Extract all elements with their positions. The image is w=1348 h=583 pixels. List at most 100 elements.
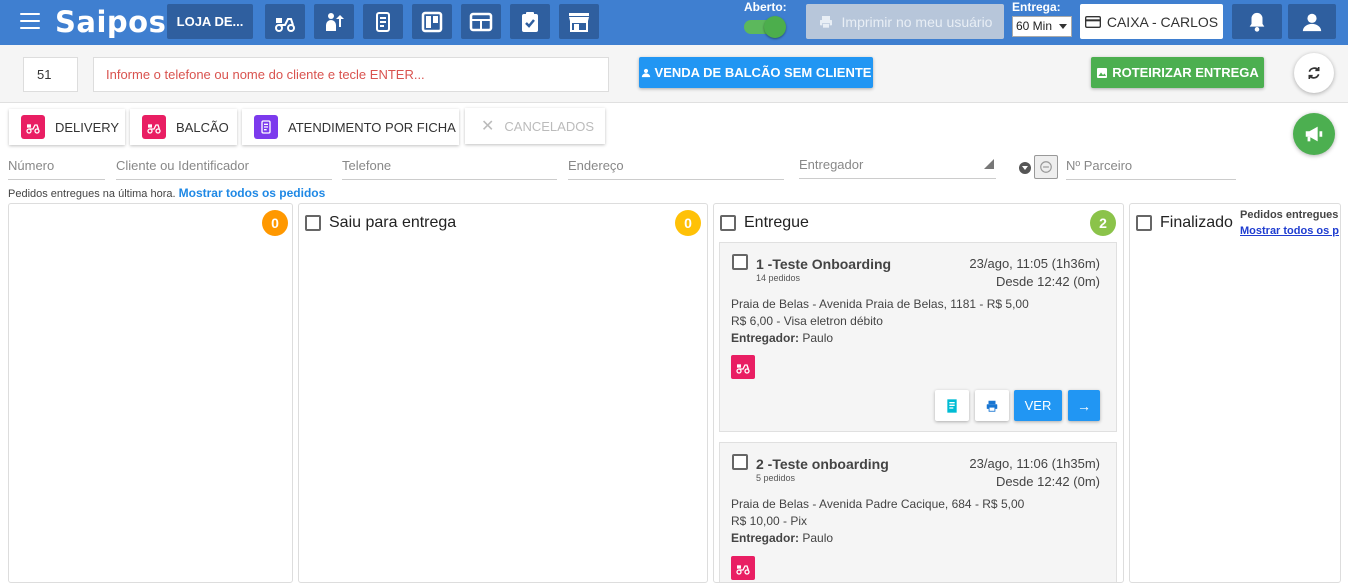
finalizado-note: Pedidos entregues — [1240, 209, 1339, 221]
filter-telefone[interactable] — [342, 152, 557, 180]
clipboard-check-icon — [522, 11, 538, 32]
refresh-icon — [1308, 67, 1320, 79]
ticket-icon — [376, 11, 390, 32]
ver-button[interactable]: VER — [1014, 390, 1062, 421]
tab-delivery-label: DELIVERY — [55, 119, 120, 135]
tab-atendimento-ficha-label: ATENDIMENTO POR FICHA — [288, 119, 456, 135]
bell-icon — [1249, 12, 1265, 32]
order-checkbox[interactable] — [732, 254, 748, 270]
print-button[interactable] — [975, 390, 1009, 421]
filter-parceiro-input[interactable] — [1066, 158, 1236, 173]
column-finalizado: Finalizado Pedidos entregues Mostrar tod… — [1129, 203, 1341, 583]
select-arrow-icon — [984, 159, 994, 169]
printer-icon — [819, 15, 832, 28]
info-text: Pedidos entregues na última hora. — [8, 188, 176, 200]
finalizado-show-all-link[interactable]: Mostrar todos os p — [1240, 225, 1339, 237]
caixa-label: CAIXA - CARLOS — [1106, 13, 1219, 30]
filter-cliente-input[interactable] — [116, 158, 332, 173]
store-selector-button[interactable]: LOJA DE... — [167, 4, 253, 39]
tab-balcao[interactable]: BALCÃO — [130, 109, 237, 145]
filter-cliente[interactable] — [116, 152, 332, 180]
select-all-checkbox[interactable] — [1136, 215, 1152, 231]
order-card[interactable]: 1 -Teste Onboarding 14 pedidos 23/ago, 1… — [719, 242, 1117, 432]
order-entregador: Entregador: Paulo — [731, 331, 833, 345]
filter-endereco-input[interactable] — [568, 158, 784, 173]
client-search-input[interactable] — [93, 57, 609, 92]
caixa-button[interactable]: CAIXA - CARLOS — [1080, 4, 1223, 39]
filter-telefone-input[interactable] — [342, 158, 557, 173]
ticket-button[interactable] — [363, 4, 403, 39]
top-bar: Saipos LOJA DE... Aberto: Imprimir no me… — [0, 0, 1348, 45]
order-title: 1 -Teste Onboarding — [756, 256, 892, 272]
column-saiu-para-entrega: Saiu para entrega 0 — [298, 203, 708, 583]
advance-button[interactable]: → — [1068, 390, 1100, 421]
order-card[interactable]: 2 -Teste onboarding 5 pedidos 23/ago, 11… — [719, 442, 1117, 582]
refresh-button[interactable] — [1294, 53, 1334, 93]
select-all-checkbox[interactable] — [720, 215, 736, 231]
clipboard-check-button[interactable] — [510, 4, 550, 39]
column-title: Entregue — [744, 214, 809, 231]
venda-balcao-button[interactable]: VENDA DE BALCÃO SEM CLIENTE — [639, 57, 873, 88]
chevron-down-icon[interactable] — [1019, 162, 1031, 174]
column-entregue: Entregue 2 1 -Teste Onboarding 14 pedido… — [713, 203, 1124, 583]
waiter-button[interactable] — [314, 4, 354, 39]
column-first: 0 — [8, 203, 293, 583]
entregador-label: Entregador: — [731, 331, 800, 345]
delivery-scooter-icon — [731, 556, 755, 580]
aberto-toggle[interactable] — [744, 16, 786, 38]
person-icon — [641, 68, 650, 77]
tab-delivery[interactable]: DELIVERY — [9, 109, 125, 145]
printer-icon — [986, 400, 998, 412]
entregador-name: Paulo — [802, 531, 834, 545]
kanban-icon — [421, 11, 443, 32]
info-line: Pedidos entregues na última hora. Mostra… — [8, 186, 325, 200]
order-number-input[interactable] — [23, 57, 78, 92]
balcao-scooter-icon — [142, 115, 166, 139]
order-address: Praia de Belas - Avenida Padre Cacique, … — [731, 497, 1025, 511]
credit-card-icon — [1084, 15, 1101, 28]
kanban-button[interactable] — [412, 4, 452, 39]
filter-entregador[interactable]: Entregador — [799, 151, 996, 179]
order-desde: Desde 12:42 (0m) — [995, 474, 1100, 489]
receipt-icon — [947, 398, 957, 413]
user-profile-button[interactable] — [1288, 4, 1336, 39]
filter-numero[interactable] — [8, 152, 105, 180]
partner-icon[interactable] — [1034, 155, 1058, 179]
print-user-button[interactable]: Imprimir no meu usuário — [806, 4, 1004, 39]
select-all-checkbox[interactable] — [305, 215, 321, 231]
entregador-label: Entregador: — [731, 531, 800, 545]
entrega-time-select[interactable]: 60 Min — [1012, 16, 1072, 37]
search-row: VENDA DE BALCÃO SEM CLIENTE ROTEIRIZAR E… — [0, 45, 1348, 103]
delivery-scooter-button[interactable] — [265, 4, 305, 39]
filter-parceiro[interactable] — [1066, 152, 1236, 180]
tab-cancelados[interactable]: ✕ CANCELADOS — [465, 108, 605, 144]
count-badge: 0 — [675, 210, 701, 236]
announcements-button[interactable] — [1293, 113, 1335, 155]
order-entregador: Entregador: Paulo — [731, 531, 833, 545]
waiter-icon — [326, 12, 344, 31]
filter-endereco[interactable] — [568, 152, 784, 180]
filter-entregador-label: Entregador — [799, 157, 864, 172]
aberto-label: Aberto: — [744, 0, 787, 14]
count-badge: 2 — [1090, 210, 1116, 236]
notifications-button[interactable] — [1232, 4, 1282, 39]
order-count: 14 pedidos — [756, 273, 801, 283]
order-address: Praia de Belas - Avenida Praia de Belas,… — [731, 297, 1029, 311]
store-button[interactable] — [559, 4, 599, 39]
column-title: Saiu para entrega — [329, 214, 457, 231]
table-layout-button[interactable] — [461, 4, 501, 39]
store-icon — [569, 12, 589, 32]
menu-icon[interactable] — [20, 13, 40, 31]
receipt-button[interactable] — [935, 390, 969, 421]
show-all-orders-link[interactable]: Mostrar todos os pedidos — [179, 186, 326, 200]
tab-atendimento-ficha[interactable]: ATENDIMENTO POR FICHA — [242, 109, 459, 145]
order-payment: R$ 10,00 - Pix — [731, 514, 808, 528]
filter-numero-input[interactable] — [8, 158, 105, 173]
arrow-right-icon: → — [1077, 397, 1091, 414]
roteirizar-button[interactable]: ROTEIRIZAR ENTREGA — [1091, 57, 1264, 88]
app-logo: Saipos — [55, 5, 167, 39]
order-checkbox[interactable] — [732, 454, 748, 470]
tab-balcao-label: BALCÃO — [176, 119, 229, 135]
delivery-scooter-icon — [21, 115, 45, 139]
order-count: 5 pedidos — [756, 473, 796, 483]
